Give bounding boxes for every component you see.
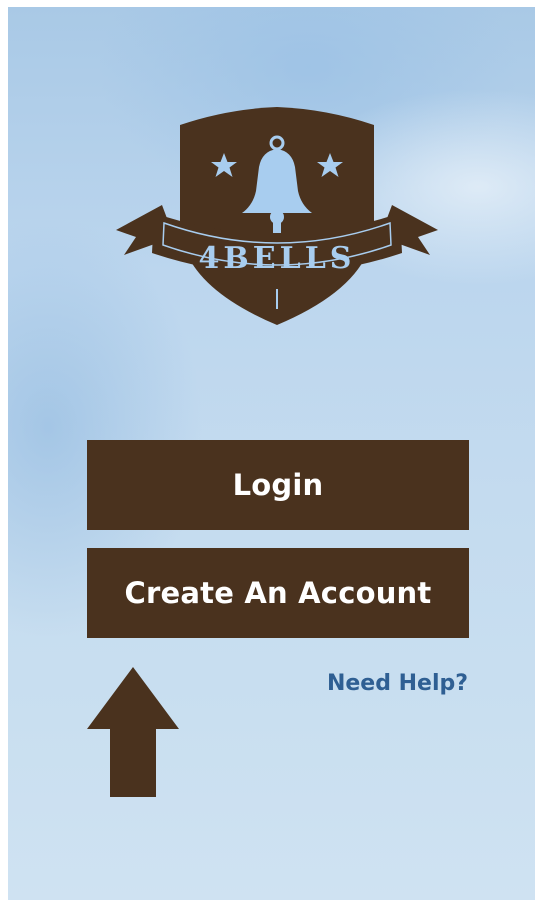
need-help-link[interactable]: Need Help? (327, 671, 468, 696)
login-button[interactable]: Login (87, 440, 469, 530)
app-screen: 4BELLS Login Create An Account Need Help… (8, 7, 535, 900)
app-logo: 4BELLS (116, 107, 438, 325)
up-arrow-icon (87, 667, 179, 797)
logo-text: 4BELLS (199, 241, 356, 276)
create-account-button[interactable]: Create An Account (87, 548, 469, 638)
